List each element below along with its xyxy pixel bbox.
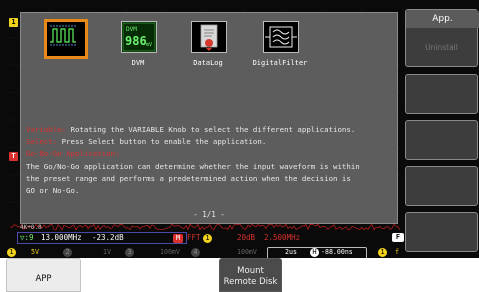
app-label-dvm: DVM xyxy=(131,59,145,67)
help-key-variable: Variable: xyxy=(26,125,67,134)
help-text: Variable: Rotating the VARIABLE Knob to … xyxy=(26,124,394,197)
dvm-icon-unit: mV xyxy=(146,42,152,48)
ch2-badge: 2 xyxy=(63,248,72,257)
mount-label-line-1: Mount xyxy=(237,266,264,276)
app-tile-digitalfilter[interactable]: DigitalFilter xyxy=(253,18,307,67)
help-variable-text: Rotating the VARIABLE Knob to select the… xyxy=(66,125,356,134)
h-position: -88.00ns xyxy=(321,248,353,256)
help-desc-line-3: GO or No-Go. xyxy=(26,186,80,196)
mount-label-line-2: Remote Disk xyxy=(223,277,278,287)
page-indicator: - 1/1 - xyxy=(193,210,225,219)
dvm-icon-top: DVM xyxy=(126,26,137,33)
ch1-marker: 1 xyxy=(9,18,18,27)
app-tile-gonogo[interactable] xyxy=(41,18,88,59)
measurement-status-row: ▽:9 13.000MHz -23.2dB M FFT 1 20dB 2.500… xyxy=(17,232,405,244)
side-menu-slot-5[interactable] xyxy=(405,212,478,252)
ch1-scale: 5V xyxy=(31,248,39,256)
fft-span: 2.500MHz xyxy=(264,233,301,242)
side-menu-slot-2[interactable] xyxy=(405,74,478,114)
side-menu-slot-3[interactable] xyxy=(405,120,478,160)
fft-source-badge: 1 xyxy=(203,234,212,243)
gain-readout: -23.2dB xyxy=(92,233,124,242)
ch3-scale: 100mV xyxy=(160,248,180,256)
math-badge: M xyxy=(173,234,183,243)
help-select-text: Press Select button to enable the applic… xyxy=(57,137,267,147)
app-button[interactable]: APP xyxy=(6,258,81,292)
trigger-source-badge: 1 xyxy=(378,248,387,257)
freq-prefix: ▽:9 xyxy=(20,233,34,242)
frequency-readout: 13.000MHz xyxy=(41,233,82,242)
help-desc-line-1: The Go/No-Go application can determine w… xyxy=(26,161,360,171)
memory-length: 4K+0.8 xyxy=(20,224,42,231)
digital-filter-icon xyxy=(263,21,299,53)
app-selector-dialog: DVM 986 mV DVM DataLog DigitalFilter Var… xyxy=(20,12,398,224)
channel-status-row: 1 5V 2 1V 3 100mV 4 100mV 2us H -88.00ns… xyxy=(5,247,400,260)
side-menu-title: App. xyxy=(406,10,479,28)
help-desc-line-2: the preset range and performs a predeter… xyxy=(26,173,351,183)
app-label-digitalfilter: DigitalFilter xyxy=(252,59,308,67)
ch2-scale: 1V xyxy=(103,248,111,256)
app-tile-dvm[interactable]: DVM 986 mV DVM xyxy=(115,18,161,67)
help-line-variable: Variable: Rotating the VARIABLE Knob to … xyxy=(26,124,394,136)
ch4-scale: 100mV xyxy=(237,248,257,256)
bottom-softkeys: APP Mount Remote Disk xyxy=(0,258,479,292)
h-position-badge: H xyxy=(310,248,319,257)
uninstall-label: Uninstall xyxy=(425,43,458,52)
trigger-marker: T xyxy=(9,152,18,161)
side-menu-slot-4[interactable] xyxy=(405,166,478,206)
fft-label: FFT xyxy=(187,233,201,242)
side-menu-uninstall[interactable]: App. Uninstall xyxy=(405,9,479,67)
dvm-icon: DVM 986 mV xyxy=(121,21,157,53)
datalog-icon xyxy=(191,21,227,53)
side-menu: App. Uninstall xyxy=(405,9,479,252)
app-tile-datalog[interactable]: DataLog xyxy=(185,18,231,67)
ch3-badge: 3 xyxy=(125,248,134,257)
go-nogo-icon xyxy=(44,19,88,59)
help-line-select: Select: Press Select button to enable th… xyxy=(26,136,394,148)
help-key-select: Select: xyxy=(26,137,58,147)
app-label-datalog: DataLog xyxy=(193,59,223,67)
mount-remote-disk-button[interactable]: Mount Remote Disk xyxy=(219,258,282,292)
app-button-label: APP xyxy=(35,274,52,284)
f-badge: F xyxy=(392,233,404,242)
fft-scale: 20dB xyxy=(237,233,256,242)
ch4-badge: 4 xyxy=(191,248,200,257)
oscilloscope-screen: 1 T DVM 986 mV DVM DataLog DigitalFilter… xyxy=(0,0,479,292)
help-app-heading: Go-No-Go Application: xyxy=(26,149,120,159)
timebase: 2us xyxy=(285,248,297,256)
dvm-icon-value: 986 xyxy=(125,34,147,48)
ch1-badge: 1 xyxy=(7,248,16,257)
trigger-slope: f xyxy=(395,248,399,256)
